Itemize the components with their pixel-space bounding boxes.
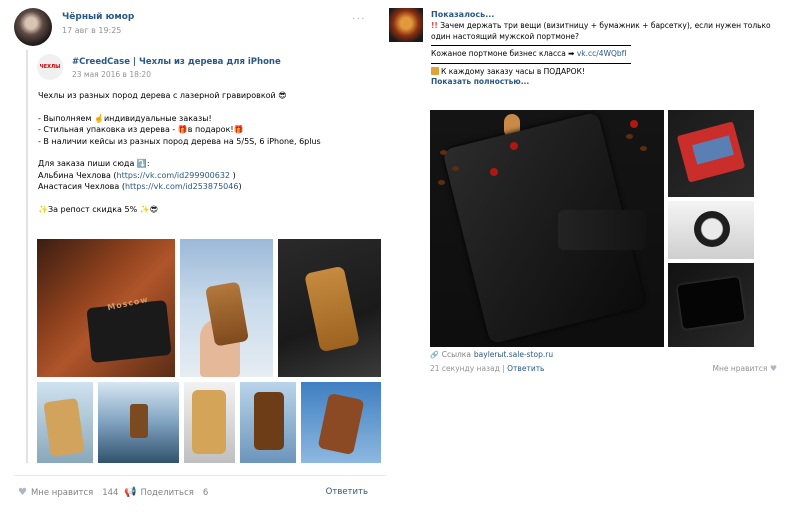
- text-line: - Выполняем ☝️индивидуальные заказы!: [38, 113, 212, 123]
- like-button[interactable]: Мне нравится ♥: [713, 364, 778, 373]
- text-line: Чехлы из разных пород дерева с лазерной …: [38, 91, 287, 100]
- text-line: ✨За репост скидка 5% ✨😎: [38, 204, 159, 214]
- repost-avatar[interactable]: ЧЕХЛЫ: [37, 54, 63, 80]
- photo-watch[interactable]: [668, 201, 754, 259]
- author-avatar[interactable]: [389, 8, 423, 42]
- like-button[interactable]: ♥ Мне нравится 144: [18, 487, 118, 498]
- text-body: К каждому заказу часы в ПОДАРОК!: [441, 66, 585, 76]
- contact-tail: ): [238, 182, 242, 191]
- text-body: Кожаное портмоне бизнес класса ➡: [431, 49, 577, 58]
- post-text: Чехлы из разных пород дерева с лазерной …: [38, 90, 378, 215]
- link-url[interactable]: baylerыt.sale-stop.ru: [474, 350, 553, 359]
- heart-icon: ♥: [769, 364, 777, 373]
- like-label: Мне нравится: [712, 364, 768, 373]
- post-author[interactable]: Показалось...: [431, 10, 494, 19]
- share-button[interactable]: 📢 Поделиться 6: [124, 487, 208, 498]
- photo-wallet-open[interactable]: [668, 110, 754, 197]
- text-line: К каждому заказу часы в ПОДАРОК!: [431, 66, 787, 78]
- gift-icon: [431, 66, 439, 75]
- photo-wood-case-car[interactable]: [278, 239, 381, 377]
- post-text: !! Зачем держать три вещи (визитницу + б…: [431, 21, 787, 88]
- photo-wallet-main[interactable]: [430, 110, 664, 347]
- contact-name: Анастасия Чехлова (: [38, 182, 125, 191]
- ellipsis-icon[interactable]: ···: [352, 12, 366, 25]
- divider: [14, 475, 386, 476]
- contact-line: Альбина Чехлова (https://vk.com/id299900…: [38, 170, 378, 182]
- divider: [431, 62, 631, 64]
- reply-button[interactable]: Ответить: [326, 487, 368, 497]
- text-line: Кожаное портмоне бизнес класса ➡ vk.cc/4…: [431, 49, 787, 60]
- photo-thumb[interactable]: [240, 382, 296, 463]
- contact-link[interactable]: https://vk.com/id299900632: [117, 171, 230, 180]
- repost-date[interactable]: 23 мая 2016 в 18:20: [72, 70, 151, 79]
- post-actions: ♥ Мне нравится 144 📢 Поделиться 6 Ответи…: [14, 484, 386, 502]
- link-icon: 🔗: [430, 350, 439, 359]
- contact-line: Анастасия Чехлова (https://vk.com/id2538…: [38, 181, 378, 193]
- divider: [431, 45, 631, 46]
- exclamation-icon: !!: [431, 21, 438, 30]
- repost-indicator: [26, 50, 28, 463]
- post-time[interactable]: 21 секунду назад: [430, 364, 500, 373]
- author-avatar[interactable]: [14, 8, 52, 46]
- repost-logo-text: ЧЕХЛЫ: [39, 64, 61, 70]
- post-author[interactable]: Чёрный юмор: [62, 12, 134, 22]
- text-line: - В наличии кейсы из разных пород дерева…: [38, 136, 321, 146]
- show-more-link[interactable]: Показать полностью...: [431, 77, 787, 88]
- photo-thumb[interactable]: [37, 382, 93, 463]
- reply-button[interactable]: Ответить: [507, 364, 544, 373]
- text-line: !! Зачем держать три вещи (визитницу + б…: [431, 21, 787, 42]
- share-count: 6: [202, 487, 209, 498]
- text-line: Для заказа пиши сюда ⤵️:: [38, 159, 150, 168]
- photo-wood-case-hand[interactable]: [180, 239, 273, 377]
- text-line: - Стильная упаковка из дерева - 🎁в подар…: [38, 125, 244, 134]
- like-label: Мне нравится: [30, 487, 94, 498]
- contact-name: Альбина Чехлова (: [38, 170, 117, 180]
- heart-icon: ♥: [18, 487, 27, 498]
- photo-thumb[interactable]: [184, 382, 235, 463]
- photo-wood-case-moscow[interactable]: Moscow: [37, 239, 175, 377]
- photo-thumb[interactable]: [301, 382, 381, 463]
- contact-tail: ): [230, 170, 236, 180]
- attached-link[interactable]: 🔗 Ссылка baylerыt.sale-stop.ru: [430, 350, 553, 359]
- like-count: 144: [102, 487, 119, 498]
- text-body: Зачем держать три вещи (визитницу + бума…: [431, 21, 771, 41]
- post-meta: 21 секунду назад | Ответить Мне нравится…: [430, 364, 778, 373]
- photo-thumb[interactable]: [98, 382, 179, 463]
- right-post: Показалось... !! Зачем держать три вещи …: [389, 4, 795, 384]
- left-post: Чёрный юмор 17 авг в 19:25 ··· ЧЕХЛЫ #Cr…: [14, 4, 386, 509]
- share-label: Поделиться: [140, 487, 194, 498]
- repost-author[interactable]: #CreedCase | Чехлы из дерева для iPhone: [72, 57, 281, 67]
- photo-wallet-closed[interactable]: [668, 263, 754, 347]
- short-link[interactable]: vk.cc/4WQbfI: [577, 49, 627, 58]
- contact-link[interactable]: https://vk.com/id253875046: [125, 182, 238, 191]
- post-date[interactable]: 17 авг в 19:25: [62, 26, 121, 35]
- megaphone-icon: 📢: [124, 487, 137, 498]
- link-label: Ссылка: [441, 350, 471, 359]
